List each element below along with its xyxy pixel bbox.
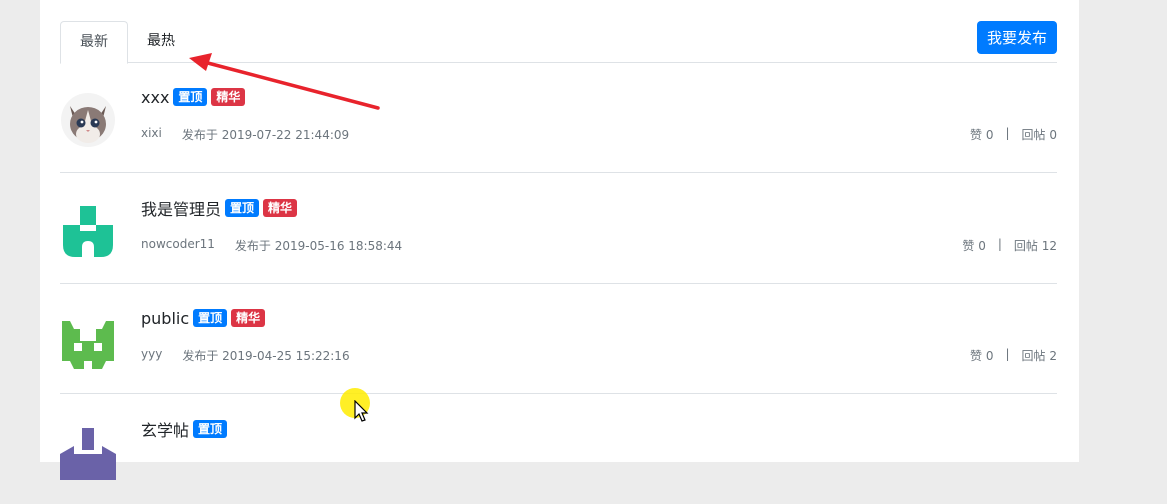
post-stats: 赞 0 | 回帖 12 (962, 237, 1057, 254)
like-count: 赞 0 (970, 128, 994, 142)
tab-hottest[interactable]: 最热 (136, 21, 186, 61)
post-item: public 置顶 精华 yyy 发布于 2019-04-25 15:22:16… (60, 283, 1057, 394)
post-item: xxx 置顶 精华 xixi 发布于 2019-07-22 21:44:09 赞… (60, 62, 1057, 173)
badge-top: 置顶 (225, 199, 260, 217)
publish-button[interactable]: 我要发布 (977, 21, 1057, 54)
reply-count: 回帖 2 (1021, 349, 1057, 363)
green-identicon-avatar[interactable] (60, 203, 116, 259)
post-meta: yyy 发布于 2019-04-25 15:22:16 (141, 347, 350, 364)
main-container: 最新 最热 我要发布 xxx 置顶 精华 xixi 发布于 2019-07-22… (40, 0, 1079, 480)
tab-latest[interactable]: 最新 (60, 21, 128, 64)
post-title-line: public 置顶 精华 (141, 306, 269, 330)
like-count: 赞 0 (962, 239, 986, 253)
post-author: yyy (141, 347, 163, 361)
post-title[interactable]: 我是管理员 (141, 196, 221, 220)
post-meta: nowcoder11 发布于 2019-05-16 18:58:44 (141, 237, 402, 254)
purple-identicon-avatar[interactable] (60, 424, 116, 480)
stats-separator: | (1005, 126, 1010, 140)
post-author: xixi (141, 126, 162, 140)
post-title-line: 玄学帖 置顶 (141, 417, 231, 441)
badge-top: 置顶 (193, 420, 228, 438)
post-stats: 赞 0 | 回帖 0 (970, 126, 1057, 143)
post-author: nowcoder11 (141, 237, 215, 251)
badge-top: 置顶 (193, 309, 228, 327)
post-stats: 赞 0 | 回帖 2 (970, 347, 1057, 364)
lime-identicon-avatar[interactable] (60, 313, 116, 369)
tab-bar: 最新 最热 (60, 21, 1057, 64)
badge-wonderful: 精华 (263, 199, 298, 217)
post-title[interactable]: 玄学帖 (141, 417, 189, 441)
post-item: 玄学帖 置顶 (60, 394, 1057, 504)
stats-separator: | (997, 237, 1002, 251)
like-count: 赞 0 (970, 349, 994, 363)
post-item: 我是管理员 置顶 精华 nowcoder11 发布于 2019-05-16 18… (60, 173, 1057, 284)
badge-wonderful: 精华 (231, 309, 266, 327)
post-time: 发布于 2019-05-16 18:58:44 (234, 239, 403, 253)
post-time: 发布于 2019-04-25 15:22:16 (182, 349, 350, 363)
post-title-line: 我是管理员 置顶 精华 (141, 196, 301, 220)
post-title[interactable]: public (141, 309, 189, 328)
post-title-line: xxx 置顶 精华 (141, 85, 249, 109)
badge-wonderful: 精华 (211, 88, 246, 106)
cat-avatar[interactable] (60, 92, 116, 148)
reply-count: 回帖 0 (1021, 128, 1057, 142)
post-meta: xixi 发布于 2019-07-22 21:44:09 (141, 126, 349, 143)
badge-top: 置顶 (173, 88, 208, 106)
post-time: 发布于 2019-07-22 21:44:09 (181, 128, 350, 142)
mouse-cursor-icon (354, 400, 369, 422)
reply-count: 回帖 12 (1013, 239, 1057, 253)
stats-separator: | (1005, 347, 1010, 361)
post-title[interactable]: xxx (141, 88, 169, 107)
